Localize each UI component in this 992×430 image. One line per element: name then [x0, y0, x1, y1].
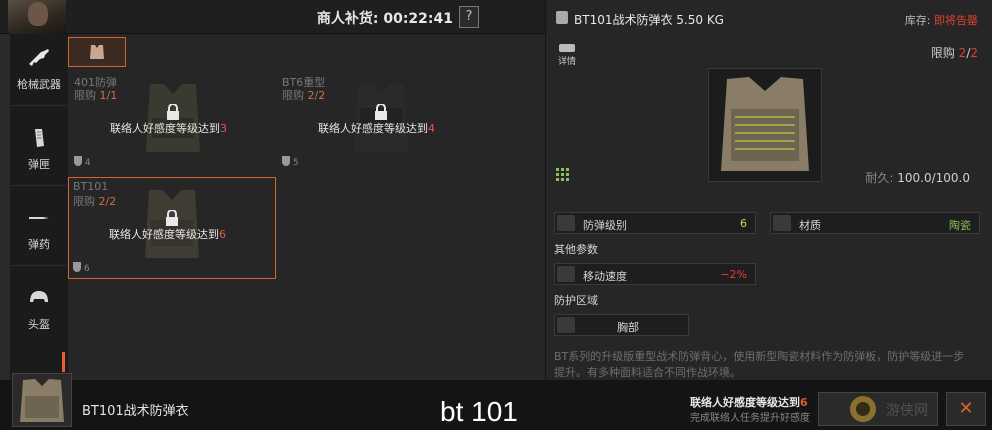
bullet-icon — [29, 217, 49, 219]
vest-image — [721, 77, 809, 171]
category-sidebar: 枪械武器 弹匣 弹药 头盔 — [10, 34, 68, 379]
item-description: BT系列的升级版重型战术防弹背心，使用新型陶瓷材料作为防弹板，防护等级进一步提升… — [554, 350, 965, 379]
avatar[interactable] — [8, 0, 66, 34]
sidebar-item-label: 弹匣 — [28, 158, 50, 171]
item-limit: 限购 2/2 — [282, 89, 326, 102]
close-button[interactable]: ✕ — [946, 392, 986, 426]
protection-chest: 胸部 — [554, 314, 689, 336]
rifle-icon — [29, 49, 49, 66]
sidebar-item-firearms[interactable]: 枪械武器 — [10, 34, 68, 106]
item-name: BT101 — [73, 180, 109, 193]
video-subtitle: bt 101 — [440, 396, 518, 427]
protection-zone-heading: 防护区域 — [554, 294, 598, 307]
vest-image — [20, 379, 64, 422]
shop-item-bt6[interactable]: BT6重型 限购 2/2 联络人好感度等级达到4 5 — [278, 72, 483, 172]
shop-item-bt101[interactable]: BT101 限购 2/2 联络人好感度等级达到6 6 — [68, 177, 276, 279]
running-icon — [557, 266, 575, 282]
item-preview — [708, 68, 822, 182]
grid-icon[interactable] — [556, 168, 570, 182]
shield-icon — [557, 215, 575, 231]
purchase-limit: 限购 2/2 — [930, 46, 978, 60]
stat-armor-level: 防弹级别 6 — [554, 212, 756, 234]
item-detail-panel: BT101战术防弹衣 5.50 KG 库存: 即将告罄 限购 2/2 详情 耐久… — [545, 0, 992, 380]
sidebar-item-label: 枪械武器 — [17, 78, 61, 91]
unlock-requirement: 联络人好感度等级达到6 — [109, 228, 226, 241]
shop-item-401[interactable]: 401防弹 限购 1/1 联络人好感度等级达到3 4 — [70, 72, 275, 172]
unlock-requirement: 联络人好感度等级达到4 — [318, 122, 435, 135]
unlock-requirement: 联络人好感度等级达到3 — [110, 122, 227, 135]
lock-icon — [167, 104, 179, 120]
watermark-text: 游侠网 — [886, 403, 928, 419]
lock-icon — [375, 104, 387, 120]
tab-body-armor[interactable] — [68, 37, 126, 67]
help-button[interactable]: ? — [459, 6, 479, 28]
shield-icon — [73, 262, 81, 272]
buy-requirement: 联络人好感度等级达到6 — [690, 396, 808, 409]
torso-icon — [557, 317, 575, 333]
other-params-heading: 其他参数 — [554, 243, 598, 256]
item-limit: 限购 2/2 — [73, 195, 117, 208]
top-bar: 商人补货: 00:22:41 ? — [0, 0, 545, 34]
selected-item-name: BT101战术防弹衣 — [82, 404, 189, 419]
watermark-logo — [850, 396, 876, 422]
sidebar-item-ammo[interactable]: 弹药 — [10, 194, 68, 266]
stat-material: 材质 陶瓷 — [770, 212, 980, 234]
restock-timer: 商人补货: 00:22:41 — [316, 11, 453, 27]
armor-level: 6 — [73, 262, 90, 274]
durability: 耐久: 100.0/100.0 — [865, 171, 970, 185]
magazine-icon — [35, 129, 44, 147]
stat-move-speed: 移动速度 −2% — [554, 263, 756, 285]
details-button[interactable]: 详情 — [556, 44, 578, 67]
shield-icon — [282, 156, 290, 166]
lock-icon — [166, 210, 178, 226]
vest-icon — [90, 45, 104, 59]
shield-icon — [74, 156, 82, 166]
sidebar-item-magazine[interactable]: 弹匣 — [10, 114, 68, 186]
item-title: BT101战术防弹衣 5.50 KG — [574, 13, 724, 27]
item-limit: 限购 1/1 — [74, 89, 118, 102]
vest-icon — [556, 11, 568, 24]
helmet-icon — [30, 291, 48, 302]
armor-level: 4 — [74, 156, 91, 168]
selected-item-thumbnail — [12, 373, 72, 427]
scroll-marker — [62, 352, 65, 372]
material-icon — [773, 215, 791, 231]
stock-status: 库存: 即将告罄 — [904, 14, 978, 27]
sidebar-item-label: 弹药 — [28, 238, 50, 251]
buy-hint: 完成联络人任务提升好感度 — [690, 413, 810, 424]
armor-level: 5 — [282, 156, 299, 168]
sidebar-item-helmet[interactable]: 头盔 — [10, 274, 68, 346]
sidebar-item-label: 头盔 — [28, 318, 50, 331]
details-icon — [559, 44, 575, 52]
